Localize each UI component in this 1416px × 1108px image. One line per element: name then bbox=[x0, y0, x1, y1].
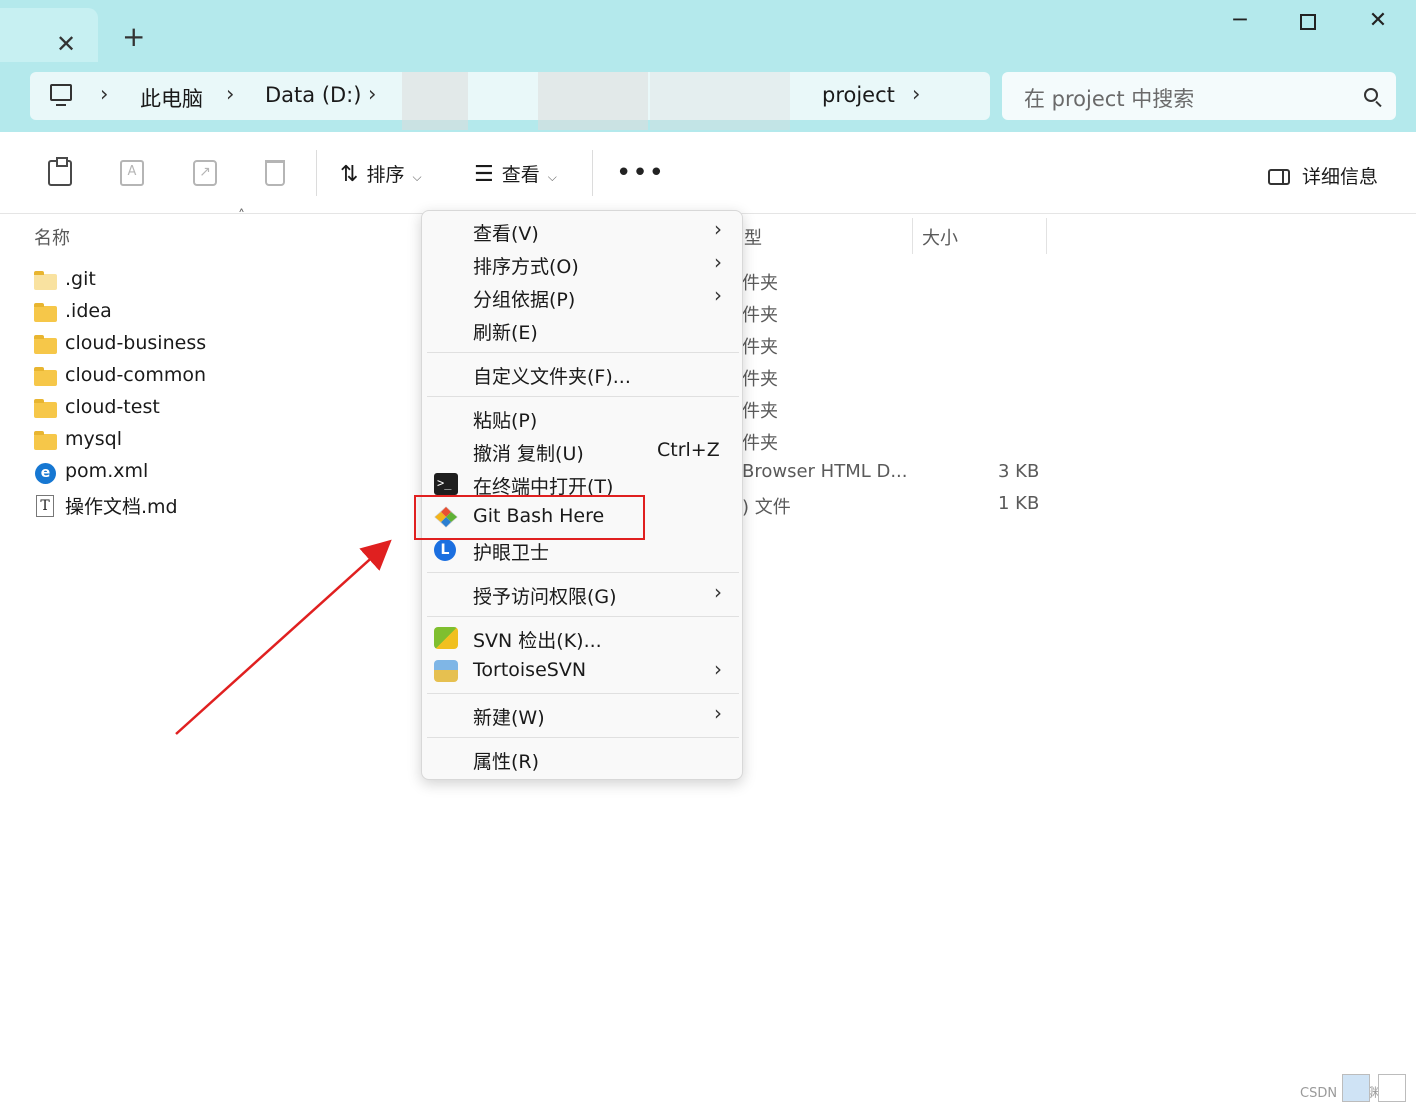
tiles-view-toggle[interactable] bbox=[1378, 1074, 1406, 1102]
annotation-arrow bbox=[175, 539, 392, 735]
details-view-toggle[interactable] bbox=[1342, 1074, 1370, 1102]
